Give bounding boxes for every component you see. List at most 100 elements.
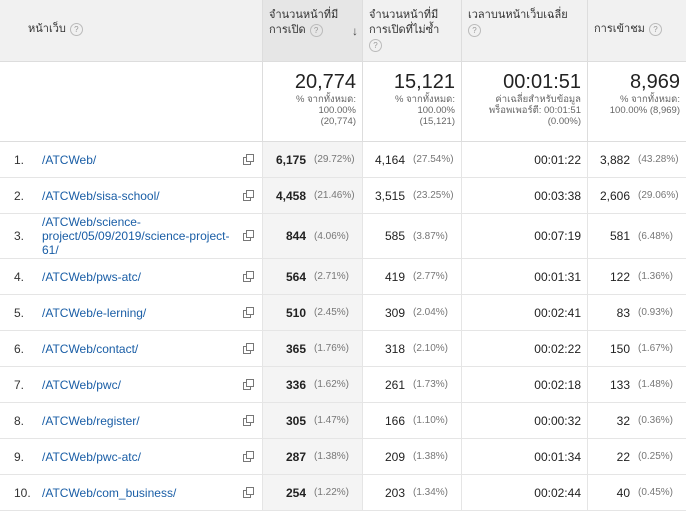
- page-cell: 1. /ATCWeb/: [0, 142, 262, 177]
- page-link[interactable]: /ATCWeb/pws-atc/: [42, 270, 238, 284]
- totals-unique: 15,121 % จากทั้งหมด: 100.00% (15,121): [362, 62, 461, 141]
- open-page-icon[interactable]: [243, 270, 254, 282]
- entrances-percent: (1.36%): [638, 271, 674, 282]
- avg-time-value: 00:00:32: [534, 413, 581, 428]
- avg-time-cell: 00:02:44: [461, 475, 587, 510]
- entrances-percent: (0.93%): [638, 307, 674, 318]
- header-unique-pageviews[interactable]: จำนวนหน้าที่มีการเปิดที่ไม่ซ้ำ?: [362, 0, 461, 61]
- page-link[interactable]: /ATCWeb/science-project/05/09/2019/scien…: [42, 215, 238, 257]
- header-avg-time[interactable]: เวลาบนหน้าเว็บเฉลี่ย?: [461, 0, 587, 61]
- sort-down-icon[interactable]: ↓: [352, 24, 358, 39]
- page-link[interactable]: /ATCWeb/pwc-atc/: [42, 450, 238, 464]
- pageviews-value: 564: [285, 269, 306, 284]
- entrances-cell: 3,882 (43.28%): [587, 142, 686, 177]
- help-icon[interactable]: ?: [69, 22, 83, 36]
- pageviews-percent: (29.72%): [314, 154, 355, 165]
- pageviews-value: 254: [285, 485, 306, 500]
- pageviews-value: 4,458: [275, 188, 306, 203]
- unique-percent: (2.10%): [413, 343, 449, 354]
- entrances-value: 581: [609, 229, 630, 243]
- table-row: 1. /ATCWeb/6,175 (29.72%) 4,164 (27.54%) 00:0…: [0, 142, 686, 178]
- open-page-icon[interactable]: [243, 378, 254, 390]
- unique-percent: (1.34%): [413, 487, 449, 498]
- table-row: 3. /ATCWeb/science-project/05/09/2019/sci…: [0, 214, 686, 259]
- help-icon[interactable]: ?: [369, 38, 382, 52]
- pageviews-percent: (1.22%): [314, 487, 350, 498]
- unique-cell: 4,164 (27.54%): [362, 142, 461, 177]
- table-row: 8. /ATCWeb/register/305 (1.47%) 166 (1.10%) 0…: [0, 403, 686, 439]
- pageviews-cell: 287 (1.38%): [262, 439, 362, 474]
- table-body: 1. /ATCWeb/6,175 (29.72%) 4,164 (27.54%) 00:0…: [0, 142, 686, 511]
- open-page-icon[interactable]: [243, 189, 254, 201]
- pageviews-value: 365: [285, 341, 306, 356]
- entrances-percent: (0.36%): [638, 415, 674, 426]
- open-page-icon[interactable]: [243, 342, 254, 354]
- pageviews-percent: (1.76%): [314, 343, 350, 354]
- open-page-icon[interactable]: [243, 450, 254, 462]
- page-link[interactable]: /ATCWeb/sisa-school/: [42, 189, 238, 203]
- open-page-icon[interactable]: [243, 230, 254, 241]
- entrances-cell: 22 (0.25%): [587, 439, 686, 474]
- unique-value: 419: [384, 269, 405, 284]
- entrances-value: 122: [609, 269, 630, 284]
- help-icon[interactable]: ?: [468, 23, 481, 37]
- open-page-icon[interactable]: [243, 153, 254, 165]
- page-cell: 2. /ATCWeb/sisa-school/: [0, 178, 262, 213]
- entrances-value: 3,882: [599, 152, 630, 167]
- open-page-icon[interactable]: [243, 306, 254, 318]
- entrances-value: 150: [609, 341, 630, 356]
- page-link[interactable]: /ATCWeb/contact/: [42, 342, 238, 356]
- avg-time-cell: 00:02:18: [461, 367, 587, 402]
- totals-pageviews: 20,774 % จากทั้งหมด: 100.00% (20,774): [262, 62, 362, 141]
- unique-value: 318: [384, 341, 405, 356]
- unique-percent: (1.10%): [413, 415, 449, 426]
- unique-value: 585: [384, 229, 405, 243]
- header-page[interactable]: หน้าเว็บ?: [0, 0, 262, 61]
- avg-time-cell: 00:02:41: [461, 295, 587, 330]
- open-page-icon[interactable]: [243, 414, 254, 426]
- header-pageviews[interactable]: จำนวนหน้าที่มีการเปิด? ↓: [262, 0, 362, 61]
- avg-time-cell: 00:01:34: [461, 439, 587, 474]
- pageviews-percent: (1.47%): [314, 415, 350, 426]
- entrances-cell: 40 (0.45%): [587, 475, 686, 510]
- row-index: 7.: [14, 377, 25, 392]
- unique-percent: (2.04%): [413, 307, 449, 318]
- help-icon[interactable]: ?: [648, 22, 662, 36]
- page-link[interactable]: /ATCWeb/com_business/: [42, 486, 238, 500]
- page-cell: 9. /ATCWeb/pwc-atc/: [0, 439, 262, 474]
- pageviews-percent: (1.38%): [314, 451, 350, 462]
- page-cell: 8. /ATCWeb/register/: [0, 403, 262, 438]
- avg-time-cell: 00:00:32: [461, 403, 587, 438]
- unique-percent: (27.54%): [413, 154, 454, 165]
- entrances-value: 22: [616, 449, 630, 464]
- totals-row: 20,774 % จากทั้งหมด: 100.00% (20,774) 15…: [0, 62, 686, 142]
- entrances-percent: (1.67%): [638, 343, 674, 354]
- unique-value: 3,515: [374, 188, 405, 203]
- entrances-cell: 581 (6.48%): [587, 214, 686, 258]
- pageviews-cell: 510 (2.45%): [262, 295, 362, 330]
- header-entrances[interactable]: การเข้าชม?: [587, 0, 686, 61]
- page-link[interactable]: /ATCWeb/: [42, 153, 238, 167]
- page-cell: 10. /ATCWeb/com_business/: [0, 475, 262, 510]
- avg-time-value: 00:03:38: [534, 188, 581, 203]
- pageviews-value: 6,175: [275, 152, 306, 167]
- table-row: 2. /ATCWeb/sisa-school/4,458 (21.46%) 3,515…: [0, 178, 686, 214]
- page-link[interactable]: /ATCWeb/e-lerning/: [42, 306, 238, 320]
- page-link[interactable]: /ATCWeb/register/: [42, 414, 238, 428]
- unique-cell: 203 (1.34%): [362, 475, 461, 510]
- totals-label: [0, 62, 262, 141]
- help-icon[interactable]: ?: [309, 23, 323, 37]
- page-cell: 6. /ATCWeb/contact/: [0, 331, 262, 366]
- page-link[interactable]: /ATCWeb/pwc/: [42, 378, 238, 392]
- entrances-cell: 32 (0.36%): [587, 403, 686, 438]
- unique-percent: (3.87%): [413, 230, 449, 242]
- avg-time-cell: 00:01:31: [461, 259, 587, 294]
- row-index: 10.: [14, 485, 31, 500]
- pageviews-percent: (1.62%): [314, 379, 350, 390]
- row-index: 1.: [14, 152, 25, 167]
- page-cell: 3. /ATCWeb/science-project/05/09/2019/sci…: [0, 214, 262, 258]
- table-row: 9. /ATCWeb/pwc-atc/287 (1.38%) 209 (1.38%) 00…: [0, 439, 686, 475]
- unique-cell: 3,515 (23.25%): [362, 178, 461, 213]
- unique-cell: 318 (2.10%): [362, 331, 461, 366]
- open-page-icon[interactable]: [243, 486, 254, 498]
